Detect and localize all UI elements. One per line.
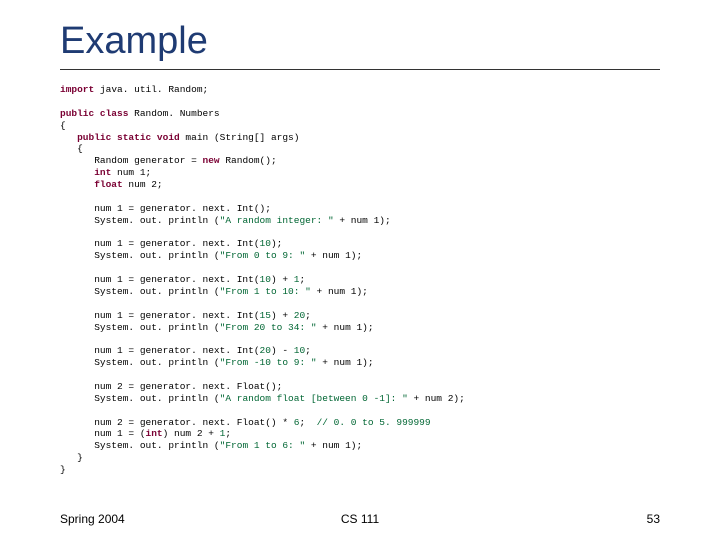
code-text: System. out. println ( <box>60 393 220 404</box>
code-text: + num 1); <box>317 357 374 368</box>
kw-public-static-void: public static void <box>60 132 180 143</box>
code-text: + num 1); <box>334 215 391 226</box>
comment: // 0. 0 to 5. 999999 <box>317 417 431 428</box>
kw-import: import <box>60 84 94 95</box>
code-text: + num 1); <box>305 250 362 261</box>
code-text: System. out. println ( <box>60 440 220 451</box>
footer-center: CS 111 <box>341 512 379 526</box>
code-text: System. out. println ( <box>60 215 220 226</box>
code-text: + num 1); <box>317 322 374 333</box>
code-text: num 2 = generator. next. Float() * <box>60 417 294 428</box>
code-text: + num 1); <box>305 440 362 451</box>
footer-left: Spring 2004 <box>60 512 125 526</box>
code-text: main (String[] args) <box>180 132 300 143</box>
code-text: + num 1); <box>311 286 368 297</box>
kw-float: float <box>60 179 123 190</box>
slide: Example import java. util. Random; publi… <box>0 0 720 540</box>
kw-new: new <box>203 155 220 166</box>
footer-page-number: 53 <box>647 512 660 526</box>
num-literal: 10 <box>294 345 305 356</box>
code-text: System. out. println ( <box>60 286 220 297</box>
code-text: Random(); <box>220 155 277 166</box>
code-text: ; <box>305 310 311 321</box>
code-text: Random generator = <box>60 155 203 166</box>
code-text: } <box>60 452 83 463</box>
code-text: } <box>60 464 66 475</box>
code-text: num 1 = generator. next. Int( <box>60 274 260 285</box>
code-text: ; <box>225 428 231 439</box>
code-text: ) - <box>271 345 294 356</box>
code-text: { <box>60 143 83 154</box>
kw-public-class: public class <box>60 108 128 119</box>
num-literal: 10 <box>260 274 271 285</box>
code-text: System. out. println ( <box>60 322 220 333</box>
code-text: num 1 = ( <box>60 428 146 439</box>
slide-footer: Spring 2004 CS 111 53 <box>0 512 720 526</box>
code-text: System. out. println ( <box>60 250 220 261</box>
string-literal: "From 0 to 9: " <box>220 250 306 261</box>
code-text: + num 2); <box>408 393 465 404</box>
code-text: java. util. Random; <box>94 84 208 95</box>
code-block: import java. util. Random; public class … <box>60 84 660 476</box>
code-text: num 2 = generator. next. Float(); <box>60 381 282 392</box>
num-literal: 20 <box>260 345 271 356</box>
code-text: ; <box>299 417 316 428</box>
kw-int: int <box>60 167 111 178</box>
num-literal: 10 <box>260 238 271 249</box>
string-literal: "A random float [between 0 -1]: " <box>220 393 408 404</box>
code-text: System. out. println ( <box>60 357 220 368</box>
code-text: Random. Numbers <box>128 108 219 119</box>
string-literal: "A random integer: " <box>220 215 334 226</box>
string-literal: "From 1 to 6: " <box>220 440 306 451</box>
code-text: ) + <box>271 310 294 321</box>
slide-title: Example <box>60 20 660 63</box>
kw-int-cast: int <box>146 428 163 439</box>
title-rule <box>60 69 660 70</box>
code-text: num 1 = generator. next. Int(); <box>60 203 271 214</box>
string-literal: "From 20 to 34: " <box>220 322 317 333</box>
string-literal: "From -10 to 9: " <box>220 357 317 368</box>
code-text: num 1; <box>111 167 151 178</box>
code-text: ) num 2 + <box>163 428 220 439</box>
code-text: ; <box>299 274 305 285</box>
num-literal: 15 <box>260 310 271 321</box>
code-text: num 1 = generator. next. Int( <box>60 345 260 356</box>
num-literal: 20 <box>294 310 305 321</box>
code-text: num 1 = generator. next. Int( <box>60 238 260 249</box>
code-text: ) + <box>271 274 294 285</box>
code-text: num 2; <box>123 179 163 190</box>
code-text: ; <box>305 345 311 356</box>
code-text: num 1 = generator. next. Int( <box>60 310 260 321</box>
string-literal: "From 1 to 10: " <box>220 286 311 297</box>
code-text: ); <box>271 238 282 249</box>
code-text: { <box>60 120 66 131</box>
